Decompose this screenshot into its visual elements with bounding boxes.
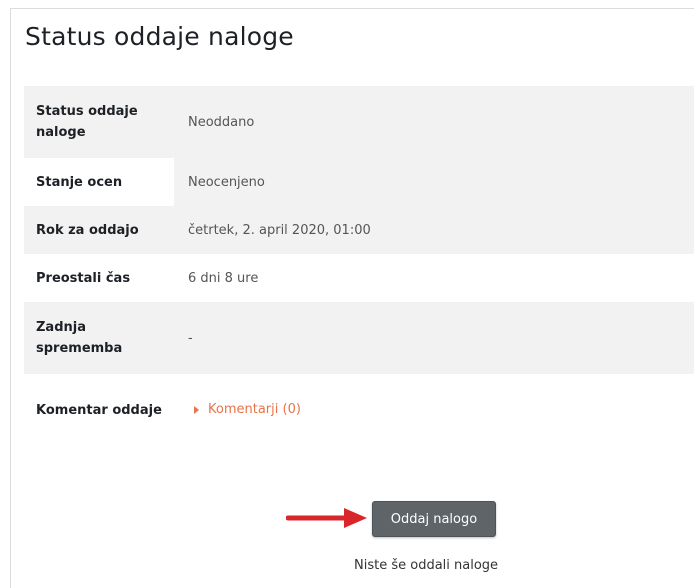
row-value-due-date: četrtek, 2. april 2020, 01:00	[174, 206, 694, 254]
triangle-right-icon	[194, 405, 199, 414]
page-title: Status oddaje naloge	[25, 22, 294, 51]
table-row: Komentar oddaje Komentarji (0)	[24, 374, 694, 446]
row-value-submission-comments: Komentarji (0)	[174, 374, 694, 446]
table-row: Preostali čas 6 dni 8 ure	[24, 254, 694, 302]
row-value-grading: Neocenjeno	[174, 158, 694, 206]
red-arrow-icon	[286, 508, 367, 528]
row-label-submission-comments: Komentar oddaje	[24, 374, 174, 446]
row-value-status: Neoddano	[174, 86, 694, 158]
row-value-last-modified: -	[174, 302, 694, 374]
row-label-grading: Stanje ocen	[24, 158, 174, 206]
table-row: Rok za oddajo četrtek, 2. april 2020, 01…	[24, 206, 694, 254]
row-label-status: Status oddaje naloge	[24, 86, 174, 158]
submission-status-table: Status oddaje naloge Neoddano Stanje oce…	[24, 86, 694, 446]
table-row: Stanje ocen Neocenjeno	[24, 158, 694, 206]
comments-link-label: Komentarji (0)	[208, 402, 301, 418]
row-value-time-remaining: 6 dni 8 ure	[174, 254, 694, 302]
table-row: Zadnja sprememba -	[24, 302, 694, 374]
row-label-time-remaining: Preostali čas	[24, 254, 174, 302]
table-row: Status oddaje naloge Neoddano	[24, 86, 694, 158]
submission-note: Niste še oddali naloge	[354, 558, 499, 573]
row-label-due-date: Rok za oddajo	[24, 206, 174, 254]
submit-assignment-button[interactable]: Oddaj nalogo	[372, 501, 496, 537]
row-label-last-modified: Zadnja sprememba	[24, 302, 174, 374]
comments-link[interactable]: Komentarji (0)	[194, 402, 301, 417]
